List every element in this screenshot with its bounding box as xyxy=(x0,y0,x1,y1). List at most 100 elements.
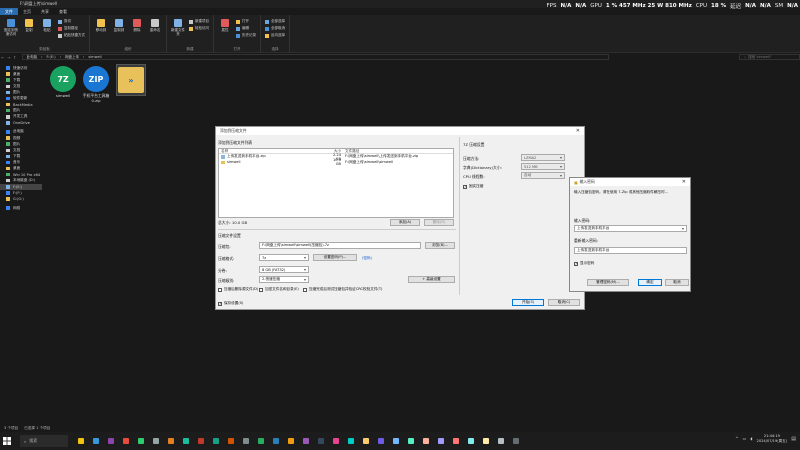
volume-icon[interactable]: ◖ xyxy=(750,436,752,441)
method-select[interactable]: LZMA2 xyxy=(521,154,565,161)
test-archive-checkbox[interactable]: 压缩完成后测试压缩包并验证CRC校验文件(T) xyxy=(303,287,382,292)
ribbon-small-button[interactable]: 新建项目 xyxy=(189,19,209,24)
file-item[interactable]: ZIP 手机平台工具箱0.zip xyxy=(81,64,111,103)
cancel-button[interactable]: 取消(C) xyxy=(548,299,580,306)
level-select[interactable]: 2-快速压缩 xyxy=(259,276,309,283)
file-item[interactable]: 7Z simwell xyxy=(48,64,78,99)
start-button[interactable]: 开始(S) xyxy=(512,299,544,306)
ok-button[interactable]: 确定 xyxy=(638,279,662,286)
password-field[interactable]: 上传发送到手机平台 xyxy=(574,225,687,232)
compression-section-title: 7Z 压缩设置 xyxy=(463,142,485,147)
sidebar-item[interactable]: G:(G:) xyxy=(0,196,42,202)
ribbon-tab[interactable]: 文件 xyxy=(0,8,18,15)
taskbar-app-icon[interactable] xyxy=(393,438,399,444)
ribbon-small-button[interactable]: 粘贴快捷方式 xyxy=(58,33,85,38)
add-files-button[interactable]: 添加(A) xyxy=(390,219,420,226)
chevron-right-icon: › xyxy=(82,55,85,59)
tray-chevron-icon[interactable]: ^ xyxy=(735,436,738,441)
taskbar-app-icon[interactable] xyxy=(363,438,369,444)
browse-button[interactable]: 浏览(B)... xyxy=(425,242,455,249)
taskbar-app-icon[interactable] xyxy=(318,438,324,444)
breadcrumb-item[interactable]: 网盘上传 xyxy=(65,55,79,60)
taskbar-app-icon[interactable] xyxy=(378,438,384,444)
breadcrumb-item[interactable]: simwell xyxy=(88,55,101,59)
close-icon[interactable]: ✕ xyxy=(576,128,580,134)
clock[interactable]: 21:44:19 2024/07/19(周五) xyxy=(757,434,788,443)
taskbar-app-icon[interactable] xyxy=(213,438,219,444)
ribbon-small-button[interactable]: 历史记录 xyxy=(236,33,256,38)
taskbar-app-icon[interactable] xyxy=(183,438,189,444)
taskbar-app-icon[interactable] xyxy=(198,438,204,444)
ribbon-small-button[interactable]: 打开 xyxy=(236,19,256,24)
col-name[interactable]: 名称 xyxy=(219,149,329,154)
ribbon-tab[interactable]: 查看 xyxy=(54,8,72,15)
network-icon[interactable]: ▭ xyxy=(743,436,747,441)
ribbon-button-label: 固定到快速访问 xyxy=(4,28,18,36)
ribbon-small-button[interactable]: 全部取消 xyxy=(265,26,285,31)
sidebar-item[interactable]: OneDrive xyxy=(0,120,42,126)
search-input[interactable]: ⌕ 搜索"simwell" xyxy=(739,54,800,60)
taskbar-app-icon[interactable] xyxy=(303,438,309,444)
notifications-icon[interactable]: ▤ xyxy=(791,436,796,442)
taskbar-app-icon[interactable] xyxy=(108,438,114,444)
taskbar-search[interactable]: ⌕ 搜索 xyxy=(20,435,68,447)
set-password-button[interactable]: 设置密码(P)... xyxy=(313,254,357,261)
breadcrumb-item[interactable]: 此电脑 xyxy=(27,55,38,60)
taskbar-app-icon[interactable] xyxy=(153,438,159,444)
remove-files-button[interactable]: 删除(R) xyxy=(424,219,454,226)
table-row[interactable]: simwell 10.0 GB F:\网盘上传\simwell\simwell xyxy=(219,158,453,166)
split-select[interactable]: 8 GB (FAT32) xyxy=(259,266,309,273)
ribbon-tab[interactable]: 共享 xyxy=(36,8,54,15)
ribbon-small-button[interactable]: 编辑 xyxy=(236,26,256,31)
sidebar-item[interactable]: 网络 xyxy=(0,205,42,211)
taskbar-app-icon[interactable] xyxy=(468,438,474,444)
close-icon[interactable]: ✕ xyxy=(682,179,686,185)
taskbar-app-icon[interactable] xyxy=(438,438,444,444)
taskbar-app-icon[interactable] xyxy=(453,438,459,444)
delete-after-checkbox[interactable]: 压缩后删除源文件(D) xyxy=(218,287,258,292)
archive-name-field[interactable]: F:\网盘上传\simwell\simwell(压缩包).7z xyxy=(259,242,421,249)
breadcrumb-item[interactable]: F:(E:) xyxy=(47,55,56,59)
encrypt-names-checkbox[interactable]: 加密文件名和目录(E) xyxy=(259,287,299,292)
advanced-settings-button[interactable]: + 高级设置 xyxy=(408,276,455,283)
taskbar-app-icon[interactable] xyxy=(288,438,294,444)
taskbar-app-icon[interactable] xyxy=(348,438,354,444)
breadcrumb[interactable]: 此电脑 › F:(E:) › 网盘上传 › simwell xyxy=(21,54,610,60)
taskbar-app-icon[interactable] xyxy=(333,438,339,444)
ribbon-small-button[interactable]: 剪切 xyxy=(58,19,85,24)
password-status-link[interactable]: (密码) xyxy=(362,256,372,261)
taskbar-app-icon[interactable] xyxy=(408,438,414,444)
taskbar-app-icon[interactable] xyxy=(273,438,279,444)
file-item[interactable]: » xyxy=(116,64,146,96)
ribbon-tab[interactable]: 主页 xyxy=(18,8,36,15)
solid-archive-checkbox[interactable]: ✓ 固实压缩 xyxy=(463,184,483,189)
show-password-checkbox[interactable]: ✓ 显示密码 xyxy=(574,261,594,266)
taskbar-app-icon[interactable] xyxy=(93,438,99,444)
taskbar-app-icon[interactable] xyxy=(483,438,489,444)
taskbar-app-icon[interactable] xyxy=(513,438,519,444)
ribbon-small-button[interactable]: 全部选择 xyxy=(265,19,285,24)
confirm-password-field[interactable]: 上传发送到手机平台 xyxy=(574,247,687,254)
taskbar-app-icon[interactable] xyxy=(258,438,264,444)
manage-passwords-button[interactable]: 管理密码(M)... xyxy=(587,279,629,286)
taskbar-app-icon[interactable] xyxy=(228,438,234,444)
windows-start-button[interactable] xyxy=(0,432,14,450)
taskbar-app-icon[interactable] xyxy=(423,438,429,444)
taskbar-app-icon[interactable] xyxy=(243,438,249,444)
ribbon-small-button[interactable]: 复制路径 xyxy=(58,26,85,31)
taskbar-app-icon[interactable] xyxy=(123,438,129,444)
ribbon-small-button[interactable]: 反向选择 xyxy=(265,33,285,38)
cpu-threads-select[interactable]: 自动 xyxy=(521,172,565,179)
taskbar-app-icon[interactable] xyxy=(78,438,84,444)
col-path[interactable]: 文件路径 xyxy=(341,149,443,154)
dictionary-select[interactable]: 512 MB xyxy=(521,163,565,170)
format-select[interactable]: 7z xyxy=(259,254,309,261)
ribbon-group: 属性 打开 编辑 历史记录 打开 xyxy=(214,15,261,53)
up-arrow-icon[interactable]: ↑ xyxy=(12,55,18,60)
taskbar-app-icon[interactable] xyxy=(498,438,504,444)
save-settings-checkbox[interactable]: ✓ 保存设置(S) xyxy=(218,301,243,306)
taskbar-app-icon[interactable] xyxy=(168,438,174,444)
taskbar-app-icon[interactable] xyxy=(138,438,144,444)
cancel-button[interactable]: 取消 xyxy=(665,279,689,286)
ribbon-small-button[interactable]: 轻松访问 xyxy=(189,26,209,31)
